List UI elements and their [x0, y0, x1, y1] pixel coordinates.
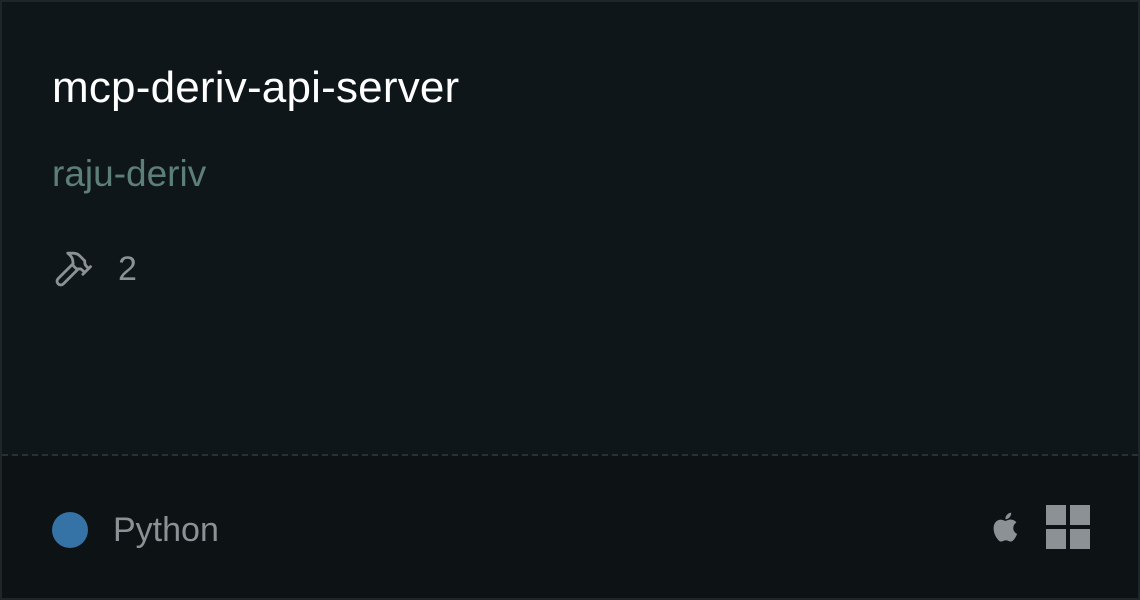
tools-count: 2 [52, 246, 137, 292]
server-card[interactable]: mcp-deriv-api-server raju-deriv 2 Python [0, 0, 1140, 600]
windows-icon [1046, 505, 1090, 549]
language-name: Python [113, 511, 219, 549]
author-name[interactable]: raju-deriv [52, 150, 206, 198]
card-header: mcp-deriv-api-server raju-deriv 2 [2, 2, 1138, 454]
apple-icon [993, 512, 1018, 542]
hammer-icon [55, 251, 92, 287]
language-color-dot [52, 512, 88, 548]
server-title[interactable]: mcp-deriv-api-server [52, 60, 459, 116]
card-footer: Python [2, 456, 1138, 598]
platform-icons [986, 504, 1090, 550]
language-tag: Python [52, 508, 219, 552]
tool-count-value: 2 [118, 250, 137, 288]
